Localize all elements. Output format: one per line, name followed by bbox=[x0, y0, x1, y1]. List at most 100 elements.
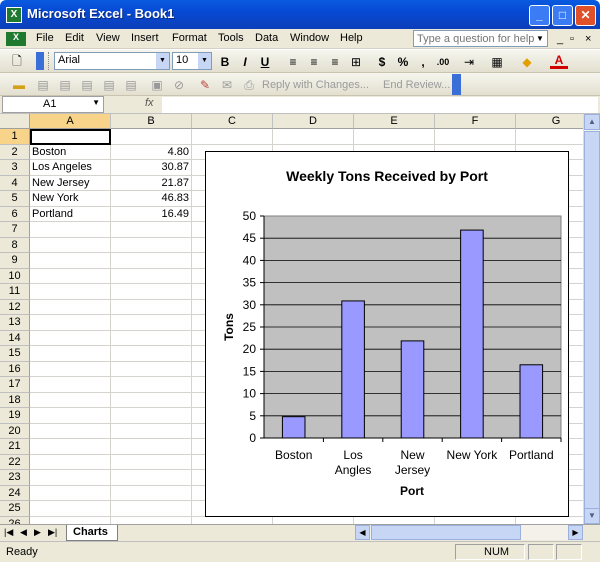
menu-tools[interactable]: Tools bbox=[218, 32, 244, 44]
align-left-icon[interactable]: ≡ bbox=[284, 53, 302, 71]
cell-b4[interactable]: 21.87 bbox=[111, 176, 189, 191]
merge-center-icon[interactable]: ⊞ bbox=[347, 53, 365, 71]
scroll-down-icon[interactable]: ▼ bbox=[584, 508, 600, 524]
formula-input[interactable] bbox=[162, 97, 598, 113]
column-header-g[interactable]: G bbox=[516, 114, 583, 129]
toolbar-options-icon[interactable] bbox=[36, 52, 44, 70]
row-header-25[interactable]: 25 bbox=[0, 501, 30, 517]
ask-question-input[interactable] bbox=[413, 30, 548, 47]
row-header-8[interactable]: 8 bbox=[0, 237, 30, 253]
close-button[interactable]: ✕ bbox=[575, 5, 596, 26]
track-changes-icon[interactable]: ▣ bbox=[148, 76, 166, 94]
row-header-1[interactable]: 1 bbox=[0, 129, 30, 145]
cell-b2[interactable]: 4.80 bbox=[111, 145, 189, 160]
ink-annotations-icon[interactable]: ✎ bbox=[196, 76, 214, 94]
row-header-13[interactable]: 13 bbox=[0, 315, 30, 331]
column-header-b[interactable]: B bbox=[111, 114, 192, 129]
row-header-18[interactable]: 18 bbox=[0, 392, 30, 408]
send-to-icon[interactable]: ✉ bbox=[218, 76, 236, 94]
cell-b3[interactable]: 30.87 bbox=[111, 160, 189, 175]
row-header-5[interactable]: 5 bbox=[0, 191, 30, 207]
row-header-24[interactable]: 24 bbox=[0, 485, 30, 501]
name-box[interactable]: A1 ▼ bbox=[2, 96, 104, 113]
open-folder-icon[interactable]: ▬ bbox=[10, 76, 28, 94]
row-header-6[interactable]: 6 bbox=[0, 206, 30, 222]
menu-data[interactable]: Data bbox=[255, 32, 278, 44]
workbook-icon[interactable]: X bbox=[6, 32, 26, 46]
column-header-d[interactable]: D bbox=[273, 114, 354, 129]
cell-a3[interactable]: Los Angeles bbox=[32, 160, 110, 175]
align-center-icon[interactable]: ≡ bbox=[305, 53, 323, 71]
chevron-down-icon[interactable]: ▼ bbox=[92, 98, 100, 107]
increase-decimal-button[interactable]: .00 bbox=[432, 53, 454, 71]
first-sheet-icon[interactable]: |◀ bbox=[4, 527, 13, 538]
percent-button[interactable]: % bbox=[394, 53, 412, 71]
horizontal-scrollbar[interactable]: ◀ ▶ bbox=[355, 525, 583, 540]
vertical-scrollbar[interactable]: ▲ ▼ bbox=[583, 114, 600, 524]
row-header-19[interactable]: 19 bbox=[0, 408, 30, 424]
cell-a4[interactable]: New Jersey bbox=[32, 176, 110, 191]
underline-button[interactable]: U bbox=[256, 53, 274, 71]
new-comment-icon[interactable]: ▤ bbox=[34, 76, 52, 94]
minimize-button[interactable]: _ bbox=[529, 5, 550, 26]
row-header-7[interactable]: 7 bbox=[0, 222, 30, 238]
delete-comment-icon[interactable]: ▤ bbox=[122, 76, 140, 94]
chart-object[interactable]: Weekly Tons Received by Port 0 5 10 15 20 25 30… bbox=[205, 151, 569, 517]
row-header-26[interactable]: 26 bbox=[0, 516, 30, 524]
maximize-button[interactable]: □ bbox=[552, 5, 573, 26]
workbook-minimize-button[interactable]: _ bbox=[557, 33, 563, 45]
font-size-combo[interactable]: 10 ▼ bbox=[172, 52, 212, 70]
chevron-down-icon[interactable]: ▼ bbox=[156, 53, 169, 69]
column-header-c[interactable]: C bbox=[192, 114, 273, 129]
scroll-left-icon[interactable]: ◀ bbox=[355, 525, 370, 540]
menu-file[interactable]: File bbox=[36, 32, 54, 44]
column-header-e[interactable]: E bbox=[354, 114, 435, 129]
cell-b6[interactable]: 16.49 bbox=[111, 207, 189, 222]
next-comment-icon[interactable]: ▤ bbox=[78, 76, 96, 94]
menu-view[interactable]: View bbox=[96, 32, 120, 44]
ask-dropdown-icon[interactable]: ▼ bbox=[536, 34, 544, 43]
bold-button[interactable]: B bbox=[216, 53, 234, 71]
row-header-22[interactable]: 22 bbox=[0, 454, 30, 470]
toolbar-grip[interactable] bbox=[48, 52, 52, 70]
align-right-icon[interactable]: ≡ bbox=[326, 53, 344, 71]
scroll-right-icon[interactable]: ▶ bbox=[568, 525, 583, 540]
chevron-down-icon[interactable]: ▼ bbox=[198, 53, 211, 69]
menu-format[interactable]: Format bbox=[172, 32, 207, 44]
row-header-17[interactable]: 17 bbox=[0, 377, 30, 393]
next-sheet-icon[interactable]: ▶ bbox=[34, 527, 41, 538]
row-header-14[interactable]: 14 bbox=[0, 330, 30, 346]
insert-function-icon[interactable]: fx bbox=[145, 97, 154, 109]
currency-button[interactable]: $ bbox=[373, 53, 391, 71]
column-header-a[interactable]: A bbox=[30, 114, 111, 129]
font-color-icon[interactable]: A bbox=[550, 53, 568, 69]
print-comments-icon[interactable]: ⎙ bbox=[240, 76, 258, 94]
new-document-icon[interactable]: 🗋 bbox=[8, 52, 26, 70]
indent-icon[interactable]: ⇥ bbox=[460, 53, 478, 71]
cell-a6[interactable]: Portland bbox=[32, 207, 110, 222]
row-header-23[interactable]: 23 bbox=[0, 470, 30, 486]
show-comment-icon[interactable]: ▤ bbox=[100, 76, 118, 94]
cell-a2[interactable]: Boston bbox=[32, 145, 110, 160]
menu-window[interactable]: Window bbox=[290, 32, 329, 44]
row-header-3[interactable]: 3 bbox=[0, 160, 30, 176]
row-header-2[interactable]: 2 bbox=[0, 144, 30, 160]
vertical-scroll-thumb[interactable] bbox=[584, 131, 600, 511]
horizontal-scroll-thumb[interactable] bbox=[371, 525, 521, 540]
row-header-21[interactable]: 21 bbox=[0, 439, 30, 455]
row-header-16[interactable]: 16 bbox=[0, 361, 30, 377]
row-header-20[interactable]: 20 bbox=[0, 423, 30, 439]
cell-a5[interactable]: New York bbox=[32, 191, 110, 206]
select-all-corner[interactable] bbox=[0, 114, 30, 129]
sheet-tab-charts[interactable]: Charts bbox=[66, 525, 118, 541]
active-cell-a1[interactable] bbox=[30, 129, 111, 145]
scroll-up-icon[interactable]: ▲ bbox=[584, 114, 600, 130]
column-header-f[interactable]: F bbox=[435, 114, 516, 129]
previous-sheet-icon[interactable]: ◀ bbox=[20, 527, 27, 538]
fill-color-icon[interactable]: ◆ bbox=[518, 53, 536, 71]
workbook-close-button[interactable]: × bbox=[585, 33, 591, 45]
row-header-10[interactable]: 10 bbox=[0, 268, 30, 284]
last-sheet-icon[interactable]: ▶| bbox=[48, 527, 57, 538]
row-header-11[interactable]: 11 bbox=[0, 284, 30, 300]
italic-button[interactable]: I bbox=[236, 53, 254, 71]
